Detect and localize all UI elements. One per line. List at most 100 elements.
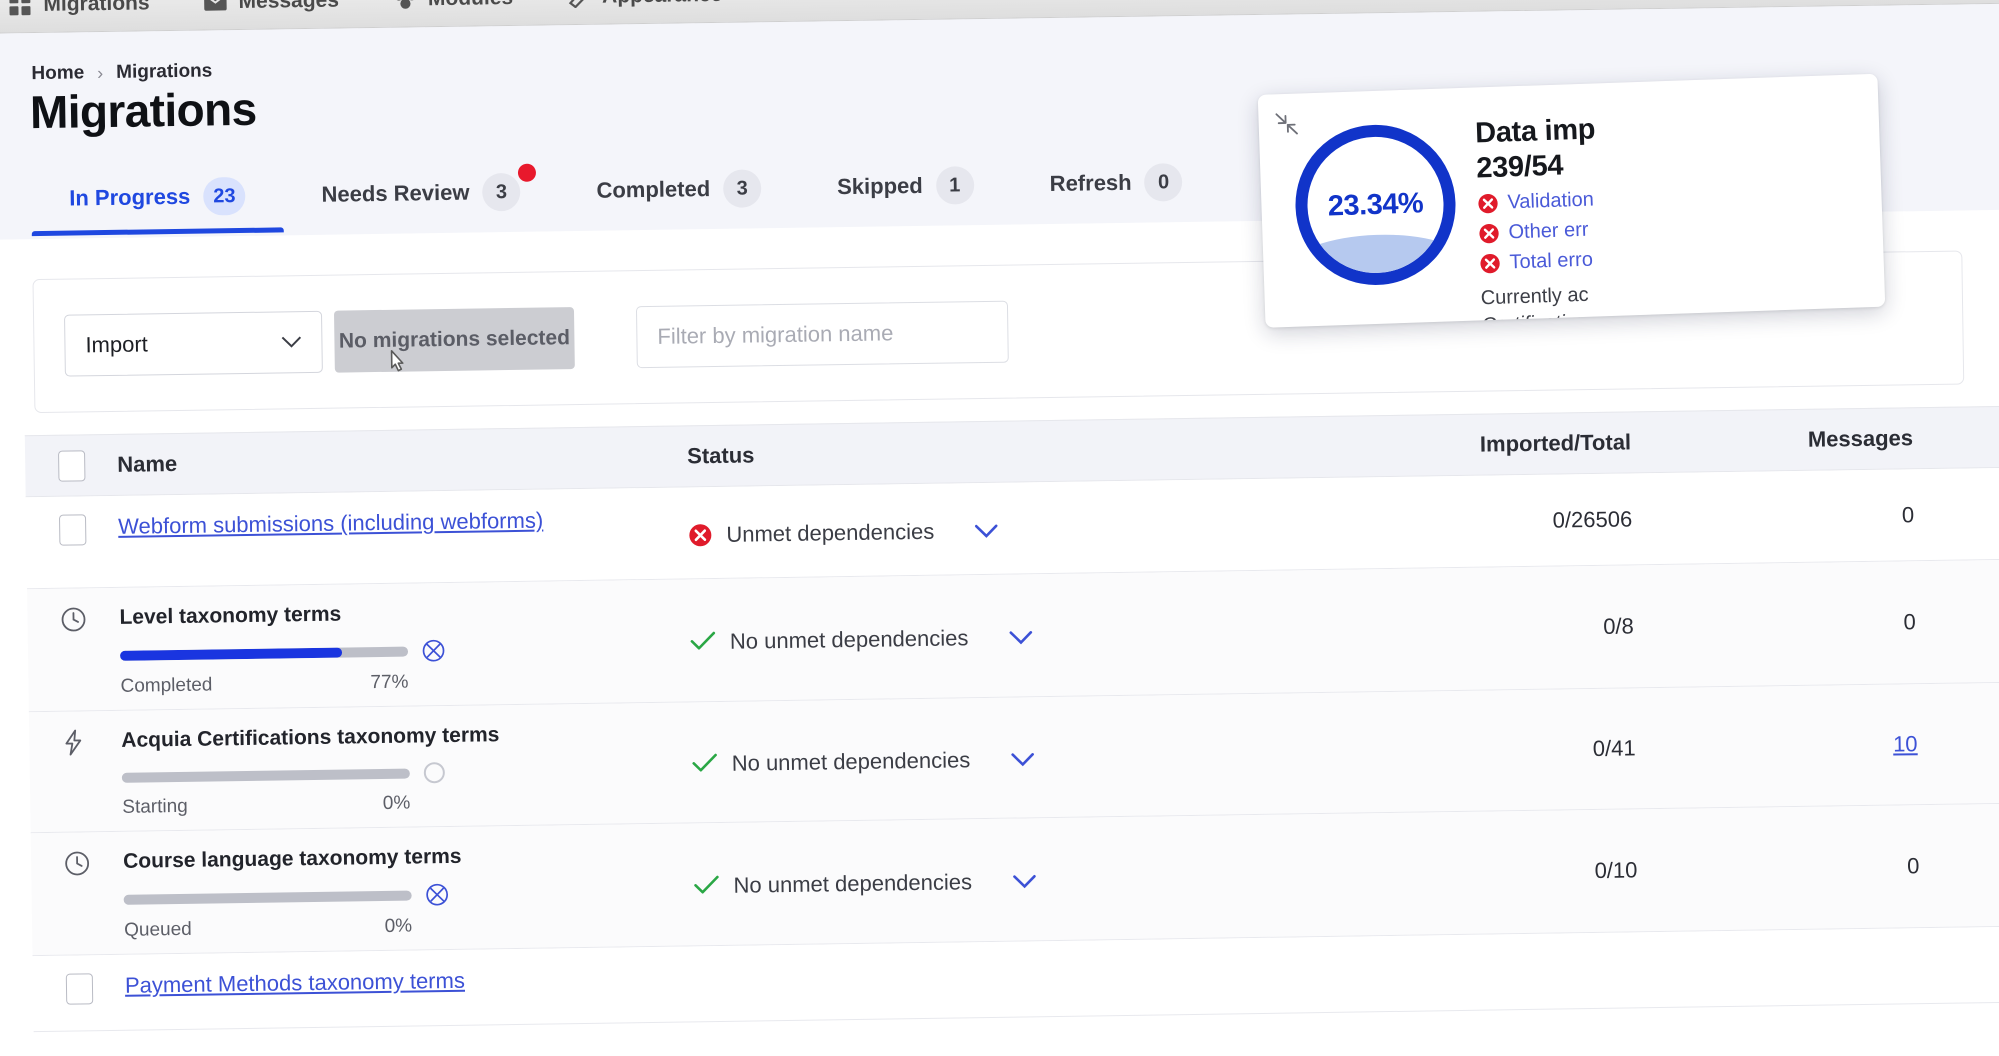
panel-stat-label: Validation <box>1507 188 1595 214</box>
notification-dot-icon <box>518 163 537 182</box>
progress-bar <box>121 768 410 783</box>
envelope-icon <box>203 0 227 14</box>
migration-name-link[interactable]: Webform submissions (including webforms) <box>118 508 543 539</box>
row-imported-total <box>1224 932 1645 1013</box>
header-messages: Messages <box>1807 425 1914 452</box>
cancel-icon[interactable] <box>425 883 448 906</box>
status-text: No unmet dependencies <box>733 869 973 898</box>
row-status-cell: No unmet dependencies <box>689 572 1221 702</box>
modules-icon <box>393 0 417 11</box>
select-all-cell <box>25 449 117 482</box>
progress-row <box>119 636 680 667</box>
row-name-cell: Acquia Certifications taxonomy terms Sta… <box>121 702 693 830</box>
row-select-cell <box>33 955 126 1031</box>
clock-icon <box>64 850 90 876</box>
admin-item-appearance[interactable]: Appearance <box>567 0 723 9</box>
tab-refresh[interactable]: Refresh 0 <box>1011 148 1221 221</box>
select-all-checkbox[interactable] <box>57 449 85 482</box>
brush-icon <box>567 0 591 9</box>
header-imported-total: Imported/Total <box>1479 429 1632 457</box>
admin-item-modules[interactable]: Modules <box>393 0 514 11</box>
row-select-cell <box>26 496 119 588</box>
tab-completed[interactable]: Completed 3 <box>558 155 800 229</box>
error-icon <box>1478 223 1500 245</box>
header-name: Name <box>117 450 178 477</box>
import-type-value: Import <box>85 331 148 358</box>
tab-count-badge: 3 <box>722 169 762 208</box>
panel-stat-total-errors[interactable]: Total erro <box>1479 239 1884 276</box>
admin-item-label: Migrations <box>43 0 150 16</box>
progress-state-label: Queued <box>123 918 192 941</box>
error-icon <box>1477 193 1499 215</box>
row-imported-total: 0/8 <box>1603 613 1634 639</box>
breadcrumb-home[interactable]: Home <box>31 62 84 85</box>
messages-count-link[interactable]: 10 <box>1893 731 1918 757</box>
import-progress-donut: 23.34% <box>1292 122 1459 288</box>
progress-bar <box>123 890 412 905</box>
admin-item-label: Appearance <box>602 0 723 8</box>
tab-label: Needs Review <box>321 179 470 207</box>
row-checkbox[interactable] <box>65 973 93 1005</box>
tab-needs-review[interactable]: Needs Review 3 <box>283 158 559 232</box>
admin-item-migrations[interactable]: Migrations <box>8 0 150 17</box>
cancel-icon[interactable] <box>422 639 445 662</box>
tab-label: Refresh <box>1049 169 1132 197</box>
migration-name: Course language taxonomy terms <box>122 844 462 873</box>
row-checkbox[interactable] <box>58 514 86 546</box>
migrations-table: Name Status Imported/Total Messages Webf… <box>24 405 1999 1033</box>
panel-text-block: Data imp 239/54 Validation Other err Tot… <box>1474 90 1885 327</box>
migration-name: Level taxonomy terms <box>119 602 342 629</box>
error-icon <box>688 523 712 547</box>
progress-percent-label: 0% <box>382 792 411 814</box>
progress-meta: Queued 0% <box>124 916 412 942</box>
chevron-down-icon[interactable] <box>1008 623 1032 651</box>
row-status-cell: Unmet dependencies <box>688 480 1219 579</box>
bulk-action-button[interactable]: No migrations selected <box>333 307 575 373</box>
progress-row <box>123 880 684 911</box>
admin-item-messages[interactable]: Messages <box>203 0 339 14</box>
tab-label: In Progress <box>69 183 191 211</box>
progress-percent-label: 77% <box>370 671 409 694</box>
progress-bar <box>119 646 409 661</box>
screenshot-root: Migrations Messages Modules Appearance H… <box>0 0 1999 1056</box>
status-badge: No unmet dependencies <box>693 869 972 899</box>
row-status-icon-cell <box>27 588 121 711</box>
tab-count-badge: 0 <box>1144 163 1183 202</box>
grid-icon <box>8 0 32 17</box>
tab-count-badge: 23 <box>203 176 246 216</box>
progress-row <box>121 759 682 788</box>
data-import-progress-panel[interactable]: 23.34% Data imp 239/54 Validation Other … <box>1257 73 1886 328</box>
row-messages: 0 <box>1901 501 1915 527</box>
status-badge: Unmet dependencies <box>688 518 934 548</box>
panel-stat-label: Other err <box>1508 218 1589 244</box>
row-messages <box>1644 928 1945 1007</box>
row-status-icon-cell <box>29 711 123 832</box>
chevron-down-icon[interactable] <box>974 516 998 544</box>
tab-skipped[interactable]: Skipped 1 <box>799 152 1013 225</box>
progress-state-label: Completed <box>120 674 213 697</box>
row-name-cell: Webform submissions (including webforms) <box>118 487 689 586</box>
check-icon <box>692 751 718 777</box>
tab-in-progress[interactable]: In Progress 23 <box>31 162 284 236</box>
error-icon <box>1479 253 1501 275</box>
progress-bar-fill <box>119 647 342 661</box>
row-imported-total: 0/41 <box>1592 735 1636 762</box>
progress-state-label: Starting <box>122 795 188 818</box>
row-name-cell: Level taxonomy terms Completed 77% <box>119 579 691 709</box>
breadcrumb-current: Migrations <box>116 60 213 83</box>
chevron-down-icon[interactable] <box>1010 745 1034 773</box>
spinner-icon <box>423 762 445 784</box>
migration-name-link[interactable]: Payment Methods taxonomy terms <box>125 968 465 998</box>
status-badge: No unmet dependencies <box>692 747 971 777</box>
page-body: Home › Migrations Migrations In Progress… <box>0 3 1999 1056</box>
row-imported-total: 0/10 <box>1594 857 1638 883</box>
clock-icon <box>60 606 86 632</box>
status-badge: No unmet dependencies <box>690 625 969 655</box>
page-title: Migrations <box>29 82 257 139</box>
import-type-select[interactable]: Import <box>64 310 323 377</box>
filter-migration-name-input[interactable] <box>635 300 1009 369</box>
row-messages: 0 <box>1903 609 1916 635</box>
panel-stat-label: Total erro <box>1509 248 1594 274</box>
tab-label: Skipped <box>836 172 923 200</box>
chevron-down-icon[interactable] <box>1012 867 1036 895</box>
